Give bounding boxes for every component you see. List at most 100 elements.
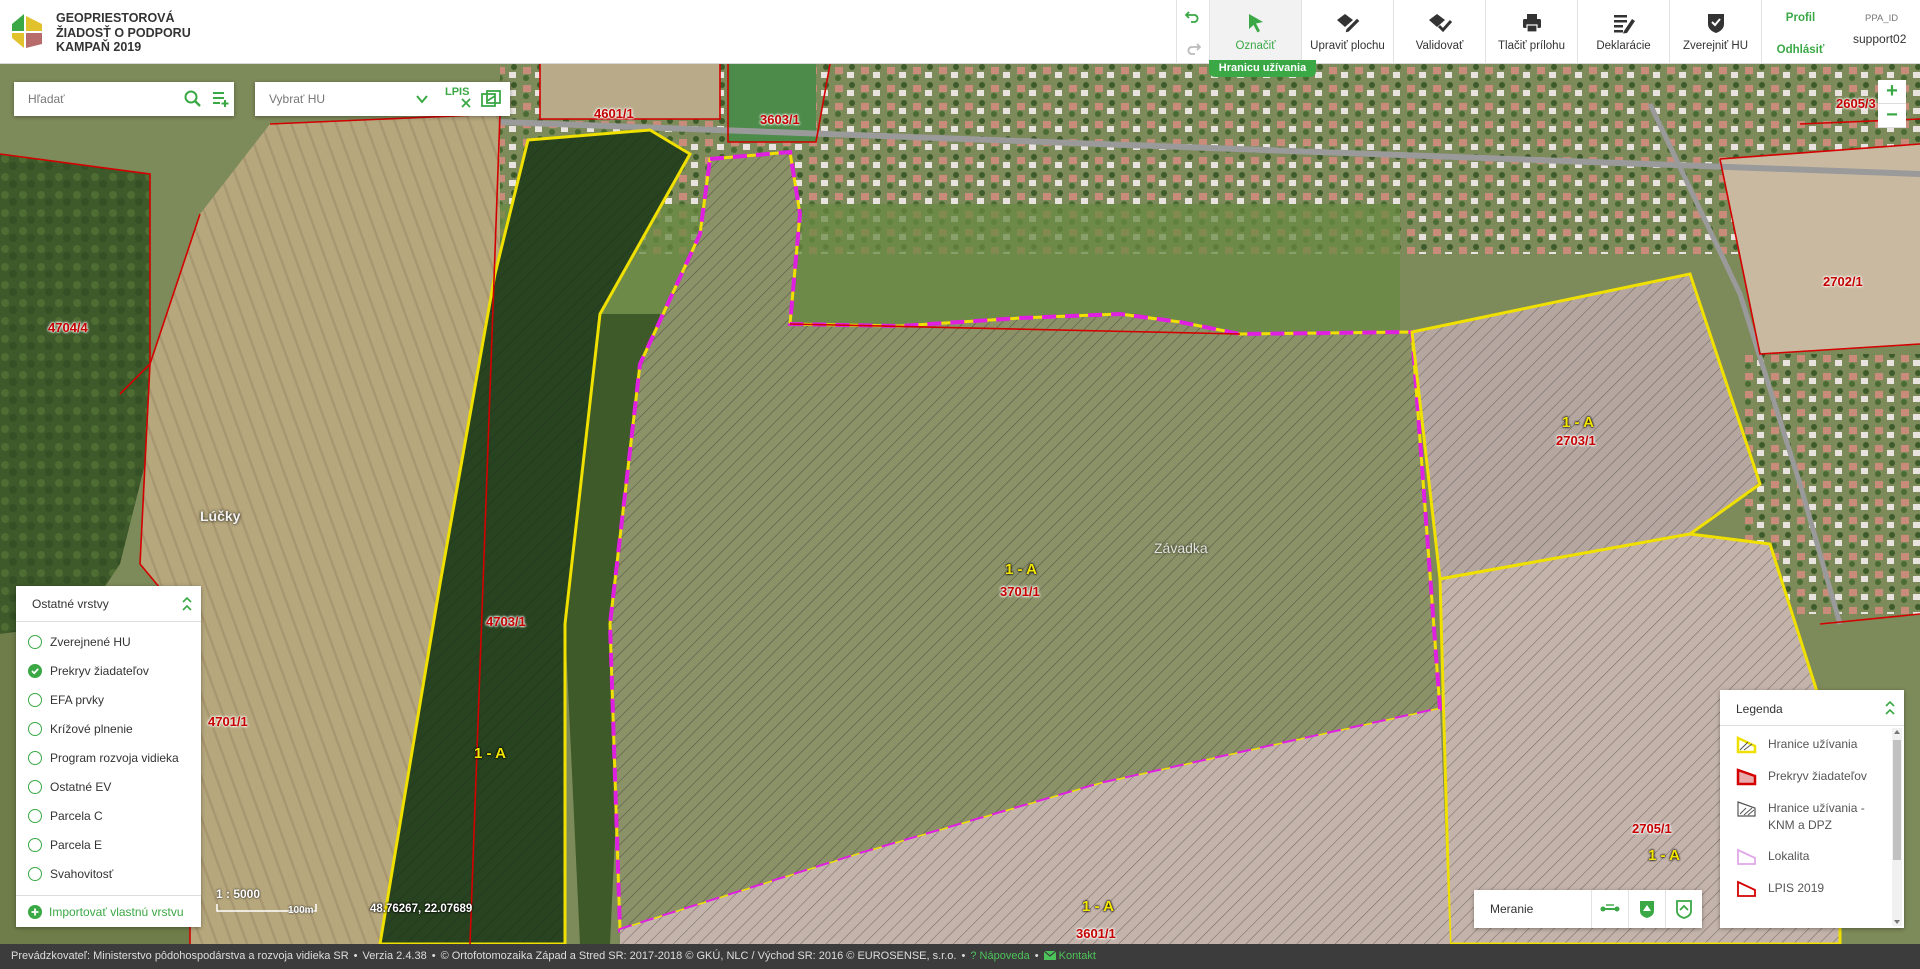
chevron-collapse-icon[interactable] <box>1884 700 1896 716</box>
measure-line-icon <box>1600 904 1620 912</box>
tool-label: Upraviť plochu <box>1310 40 1385 52</box>
legend-label: Prekryv žiadateľov <box>1768 769 1867 783</box>
search-input[interactable] <box>14 82 164 116</box>
hu-boundary-swatch-icon <box>1736 736 1757 754</box>
measure-clear-button[interactable] <box>1665 890 1702 928</box>
user-id-label: PPA_ID <box>1865 13 1899 24</box>
search-list-button[interactable] <box>212 90 230 113</box>
ortophoto-map[interactable] <box>0 64 1920 944</box>
user-info: PPA_ID support02 <box>1839 0 1920 64</box>
legend-item: Hranice užívania <box>1720 726 1904 758</box>
layer-swap-icon <box>481 90 501 107</box>
layer-item-prekryv-ziadatelov[interactable]: Prekryv žiadateľov <box>16 656 201 685</box>
list-add-icon <box>213 92 229 107</box>
zoom-out-button[interactable]: − <box>1878 104 1906 128</box>
hu-select-box: Vybrať HU LPIS <box>255 82 510 116</box>
hu-knm-swatch-icon <box>1737 801 1756 817</box>
footer-separator: • <box>1034 950 1039 962</box>
layers-panel-header[interactable]: Ostatné vrstvy <box>16 586 201 622</box>
measure-distance-button[interactable] <box>1591 890 1628 928</box>
layers-panel: Ostatné vrstvy Zverejnené HU Prekryv žia… <box>16 586 201 927</box>
layer-item-zverejnene-hu[interactable]: Zverejnené HU <box>16 627 201 656</box>
layer-item-parcela-e[interactable]: Parcela E <box>16 830 201 859</box>
search-icon <box>184 90 201 107</box>
hu-select[interactable]: Vybrať HU <box>269 92 325 106</box>
tool-label: Tlačiť prílohu <box>1498 40 1565 52</box>
parcel-label[interactable]: 2605/3 <box>1836 96 1876 111</box>
contact-link[interactable]: Kontakt <box>1043 950 1096 962</box>
contact-label: Kontakt <box>1058 950 1096 962</box>
layer-item-parcela-c[interactable]: Parcela C <box>16 801 201 830</box>
parcel-label[interactable]: 3701/1 <box>1000 584 1040 599</box>
declaration-icon <box>1613 15 1635 34</box>
hu-label[interactable]: 1 - A <box>1082 898 1114 915</box>
chevron-collapse-icon[interactable] <box>181 596 193 612</box>
layer-item-svahovitost[interactable]: Svahovitosť <box>16 859 201 888</box>
hu-label[interactable]: 1 - A <box>1648 847 1680 864</box>
edit-area-icon <box>1336 14 1361 34</box>
parcel-label[interactable]: 3603/1 <box>760 112 800 127</box>
profile-link[interactable]: Profil <box>1762 12 1839 24</box>
measure-panel: Meranie <box>1474 890 1702 928</box>
parcel-label[interactable]: 3601/1 <box>1076 926 1116 941</box>
app-title-line: ŽIADOSŤ O PODPORU <box>56 25 191 40</box>
radio-icon <box>28 837 42 852</box>
overlap-swatch-icon <box>1736 768 1757 786</box>
undo-button[interactable] <box>1177 2 1209 32</box>
zoom-control: + − <box>1878 80 1906 130</box>
place-name: Závadka <box>1154 540 1208 556</box>
layer-item-krizove-plnenie[interactable]: Krížové plnenie <box>16 714 201 743</box>
minus-icon: − <box>1886 104 1898 126</box>
legend-header[interactable]: Legenda <box>1720 690 1904 726</box>
footer-separator: • <box>961 950 966 962</box>
layer-item-ostatne-ev[interactable]: Ostatné EV <box>16 772 201 801</box>
tool-label: Označiť <box>1235 40 1276 52</box>
measure-area-icon <box>1640 901 1654 918</box>
parcel-label[interactable]: 2702/1 <box>1823 274 1863 289</box>
hu-select-dropdown[interactable] <box>415 92 429 111</box>
parcel-label[interactable]: 2703/1 <box>1556 433 1596 448</box>
search-button[interactable] <box>184 90 202 113</box>
logout-link[interactable]: Odhlásiť <box>1762 44 1839 56</box>
app-logo-icon[interactable] <box>12 14 44 48</box>
layer-item-program-rozvoja-vidieka[interactable]: Program rozvoja vidieka <box>16 743 201 772</box>
parcel-label[interactable]: 4704/4 <box>48 320 88 335</box>
declarations-button[interactable]: Deklarácie <box>1577 0 1669 64</box>
import-layer-button[interactable]: Importovať vlastnú vrstvu <box>16 895 201 927</box>
lpis-layer-button[interactable] <box>481 90 501 113</box>
footer-separator: • <box>353 950 358 962</box>
print-attachment-button[interactable]: Tlačiť prílohu <box>1485 0 1577 64</box>
select-tool-button[interactable]: Označiť <box>1209 0 1301 64</box>
cursor-coordinates: 48.76267, 22.07689 <box>370 903 473 915</box>
radio-icon <box>28 866 42 881</box>
zoom-in-button[interactable]: + <box>1878 80 1906 104</box>
edit-area-button[interactable]: Upraviť plochu <box>1301 0 1393 64</box>
lpis-toggle-button[interactable]: LPIS <box>445 86 475 112</box>
redo-icon <box>1187 43 1201 55</box>
measure-area-button[interactable] <box>1628 890 1665 928</box>
app-title-line: KAMPAŇ 2019 <box>56 40 142 54</box>
app-title-line: GEOPRIESTOROVÁ <box>56 11 175 25</box>
legend-panel: Legenda Hranice užívania Prekryv žiadate… <box>1720 690 1904 928</box>
plus-icon: + <box>1886 80 1898 102</box>
validate-icon <box>1428 14 1452 33</box>
scale-bar-label: 100m <box>288 905 314 916</box>
redo-button[interactable] <box>1177 34 1209 64</box>
hu-label[interactable]: 1 - A <box>1562 414 1594 431</box>
help-label: Nápoveda <box>979 950 1030 962</box>
parcel-label[interactable]: 4601/1 <box>594 106 634 121</box>
validate-button[interactable]: Validovať <box>1393 0 1485 64</box>
hu-label[interactable]: 1 - A <box>1005 561 1037 578</box>
map-canvas[interactable]: 4601/1 3603/1 2605/3 4704/4 2702/1 2703/… <box>0 64 1920 944</box>
locality-swatch-icon <box>1737 848 1756 865</box>
parcel-label[interactable]: 4701/1 <box>208 714 248 729</box>
publish-hu-button[interactable]: Zverejniť HU <box>1669 0 1761 64</box>
legend-scrollbar[interactable] <box>1892 728 1902 926</box>
hu-label[interactable]: 1 - A <box>474 745 506 762</box>
parcel-label[interactable]: 4703/1 <box>486 614 526 629</box>
help-link[interactable]: ? Nápoveda <box>970 950 1029 962</box>
active-tool-hint[interactable]: Hranicu užívania <box>1209 60 1316 77</box>
tool-label: Deklarácie <box>1596 40 1651 52</box>
layer-item-efa-prvky[interactable]: EFA prvky <box>16 685 201 714</box>
parcel-label[interactable]: 2705/1 <box>1632 821 1672 836</box>
